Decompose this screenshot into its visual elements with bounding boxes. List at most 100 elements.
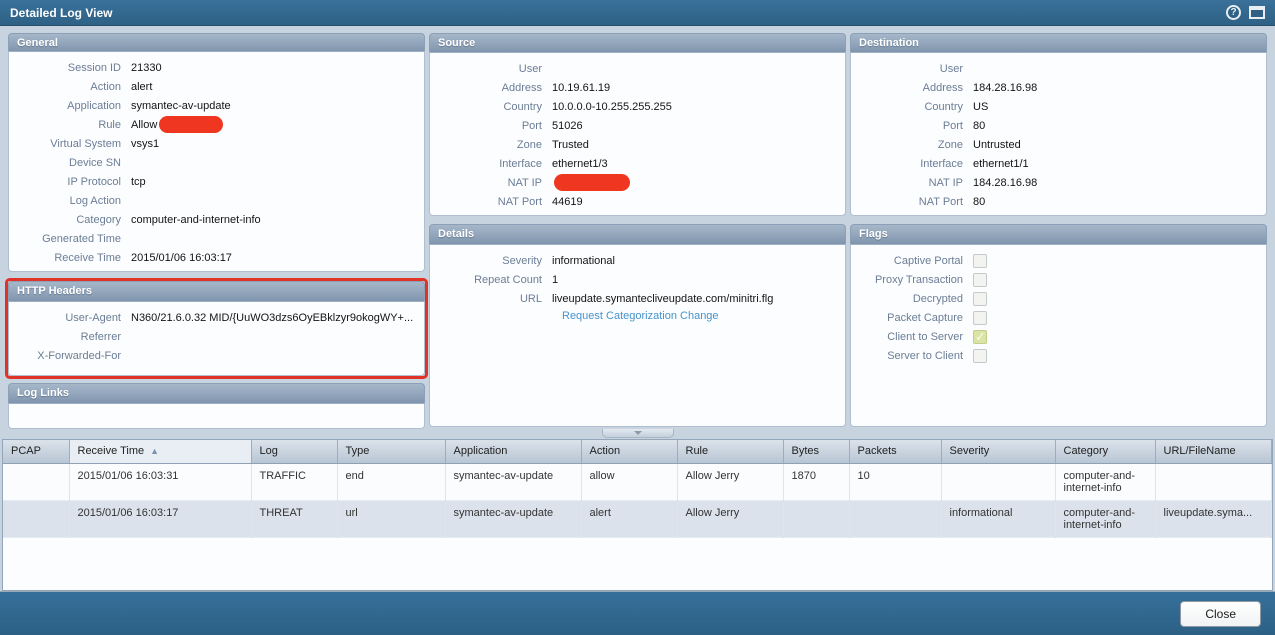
log-row-threat[interactable]: 2015/01/06 16:03:17 THREAT url symantec-…: [3, 500, 1272, 537]
detail-panels-area: General Session ID21330 Actionalert Appl…: [0, 26, 1275, 429]
field-row-src-user: User: [434, 59, 837, 78]
field-value: ethernet1/3: [552, 158, 608, 170]
details-panel: Details Severityinformational Repeat Cou…: [429, 224, 846, 427]
field-row-dst-interface: Interfaceethernet1/1: [855, 154, 1258, 173]
column-header-url-filename[interactable]: URL/FileName: [1155, 440, 1272, 463]
field-label: Interface: [434, 158, 552, 170]
column-header-bytes[interactable]: Bytes: [783, 440, 849, 463]
field-label: Captive Portal: [855, 255, 973, 267]
redaction-mark: [554, 174, 630, 191]
field-label: Port: [434, 120, 552, 132]
source-panel: Source User Address10.19.61.19 Country10…: [429, 33, 846, 216]
field-value: symantec-av-update: [131, 100, 231, 112]
column-header-pcap[interactable]: PCAP: [3, 440, 69, 463]
field-value: tcp: [131, 176, 146, 188]
flag-row-client-to-server: Client to Server: [855, 327, 1258, 346]
field-label: Action: [13, 81, 131, 93]
column-header-label: Receive Time: [78, 445, 145, 457]
field-row-src-interface: Interfaceethernet1/3: [434, 154, 837, 173]
field-label: Interface: [855, 158, 973, 170]
field-value: ethernet1/1: [973, 158, 1029, 170]
field-row-src-address: Address10.19.61.19: [434, 78, 837, 97]
cell-bytes: 1870: [783, 463, 849, 500]
field-label: Zone: [434, 139, 552, 151]
help-icon[interactable]: ?: [1226, 5, 1241, 20]
titlebar-icons: ?: [1226, 5, 1265, 20]
field-row-category: Categorycomputer-and-internet-info: [13, 210, 416, 229]
flag-row-decrypted: Decrypted: [855, 289, 1258, 308]
field-label: Address: [855, 82, 973, 94]
field-value: US: [973, 101, 988, 113]
field-value: 10.19.61.19: [552, 82, 610, 94]
destination-panel-header: Destination: [850, 33, 1267, 52]
proxy-transaction-checkbox[interactable]: [973, 273, 987, 287]
window-icon[interactable]: [1249, 6, 1265, 19]
field-value: alert: [131, 81, 152, 93]
field-row-dst-nat-ip: NAT IP184.28.16.98: [855, 173, 1258, 192]
field-label: Session ID: [13, 62, 131, 74]
column-header-packets[interactable]: Packets: [849, 440, 941, 463]
field-label: IP Protocol: [13, 176, 131, 188]
cell-receive-time: 2015/01/06 16:03:31: [69, 463, 251, 500]
field-row-src-nat-ip: NAT IP: [434, 173, 837, 192]
client-to-server-checkbox[interactable]: [973, 330, 987, 344]
field-value: 44619: [552, 196, 583, 208]
field-value: informational: [552, 255, 615, 267]
field-label: Decrypted: [855, 293, 973, 305]
field-row-device-sn: Device SN: [13, 153, 416, 172]
log-row-traffic[interactable]: 2015/01/06 16:03:31 TRAFFIC end symantec…: [3, 463, 1272, 500]
cell-bytes: [783, 500, 849, 537]
packet-capture-checkbox[interactable]: [973, 311, 987, 325]
field-value: 1: [552, 274, 558, 286]
field-label: Referrer: [13, 331, 131, 343]
column-header-type[interactable]: Type: [337, 440, 445, 463]
column-header-rule[interactable]: Rule: [677, 440, 783, 463]
cell-type: url: [337, 500, 445, 537]
details-panel-body: Severityinformational Repeat Count1 URLl…: [429, 244, 846, 427]
flag-row-packet-capture: Packet Capture: [855, 308, 1258, 327]
dialog-titlebar: Detailed Log View ?: [0, 0, 1275, 26]
cell-application: symantec-av-update: [445, 463, 581, 500]
column-header-log[interactable]: Log: [251, 440, 337, 463]
log-links-panel: Log Links: [8, 383, 425, 429]
field-row-dst-nat-port: NAT Port80: [855, 192, 1258, 211]
field-row-dst-address: Address184.28.16.98: [855, 78, 1258, 97]
field-row-severity: Severityinformational: [434, 251, 837, 270]
cell-packets: [849, 500, 941, 537]
field-value: 2015/01/06 16:03:17: [131, 252, 232, 264]
cell-pcap: [3, 500, 69, 537]
field-value: vsys1: [131, 138, 159, 150]
captive-portal-checkbox[interactable]: [973, 254, 987, 268]
field-value: liveupdate.symantecliveupdate.com/minitr…: [552, 293, 773, 305]
field-label: Country: [434, 101, 552, 113]
field-label: NAT Port: [855, 196, 973, 208]
column-header-receive-time[interactable]: Receive Time ▲: [69, 440, 251, 463]
panel-table-splitter[interactable]: [0, 429, 1275, 439]
field-value: N360/21.6.0.32 MID/{UuWO3dzs6OyEBklzyr9o…: [131, 312, 413, 324]
http-headers-panel-body: User-AgentN360/21.6.0.32 MID/{UuWO3dzs6O…: [8, 301, 425, 376]
field-label: X-Forwarded-For: [13, 350, 131, 362]
field-row-session-id: Session ID21330: [13, 58, 416, 77]
field-value: 184.28.16.98: [973, 177, 1037, 189]
cell-pcap: [3, 463, 69, 500]
flags-panel-body: Captive Portal Proxy Transaction Decrypt…: [850, 244, 1267, 427]
log-links-panel-header: Log Links: [8, 383, 425, 403]
decrypted-checkbox[interactable]: [973, 292, 987, 306]
cell-log: TRAFFIC: [251, 463, 337, 500]
column-header-application[interactable]: Application: [445, 440, 581, 463]
field-value: 80: [973, 196, 985, 208]
request-categorization-change-link[interactable]: Request Categorization Change: [562, 310, 719, 322]
field-row-dst-zone: ZoneUntrusted: [855, 135, 1258, 154]
column-header-action[interactable]: Action: [581, 440, 677, 463]
field-label: User-Agent: [13, 312, 131, 324]
field-label: Port: [855, 120, 973, 132]
close-button[interactable]: Close: [1180, 601, 1261, 627]
field-row-src-port: Port51026: [434, 116, 837, 135]
column-header-category[interactable]: Category: [1055, 440, 1155, 463]
field-label: Address: [434, 82, 552, 94]
field-value: computer-and-internet-info: [131, 214, 261, 226]
server-to-client-checkbox[interactable]: [973, 349, 987, 363]
sort-ascending-icon: ▲: [150, 446, 159, 456]
http-headers-panel-header: HTTP Headers: [8, 281, 425, 301]
column-header-severity[interactable]: Severity: [941, 440, 1055, 463]
